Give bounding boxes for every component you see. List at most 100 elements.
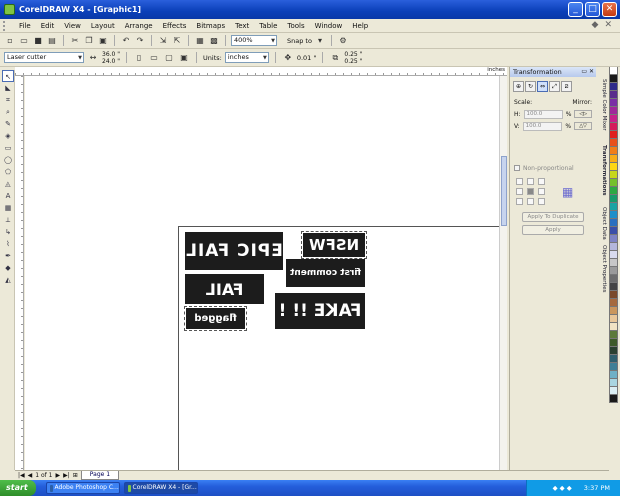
menu-window[interactable]: Window bbox=[310, 22, 348, 30]
new-icon[interactable]: ▫ bbox=[4, 35, 16, 47]
color-swatch[interactable] bbox=[609, 179, 618, 187]
color-swatch[interactable] bbox=[609, 83, 618, 91]
mirror-vertical-icon[interactable]: △▽ bbox=[574, 122, 592, 130]
zoom-level-select[interactable]: 400% ▼ bbox=[231, 35, 277, 46]
menu-table[interactable]: Table bbox=[254, 22, 282, 30]
anchor-grid[interactable] bbox=[510, 174, 552, 209]
units-select[interactable]: inches ▼ bbox=[224, 52, 269, 63]
mirror-horizontal-icon[interactable]: ◁▷ bbox=[574, 110, 592, 118]
color-swatch[interactable] bbox=[609, 339, 618, 347]
page-width-field[interactable]: 36.0 " bbox=[102, 51, 120, 58]
menu-effects[interactable]: Effects bbox=[158, 22, 192, 30]
sticker-fail[interactable]: FAIL bbox=[185, 274, 264, 304]
position-icon[interactable]: ⊕ bbox=[513, 81, 524, 92]
redo-icon[interactable]: ↷ bbox=[134, 35, 146, 47]
sticker-flagged[interactable]: flagged bbox=[186, 308, 245, 329]
color-swatch[interactable] bbox=[609, 315, 618, 323]
start-button[interactable]: start bbox=[0, 480, 36, 496]
scale-mirror-icon[interactable]: ⇔ bbox=[537, 81, 548, 92]
maximize-icon[interactable]: □ bbox=[585, 2, 600, 17]
tab-transformations[interactable]: Transformations bbox=[597, 145, 607, 196]
anchor-cell[interactable] bbox=[516, 198, 523, 205]
portrait-icon[interactable]: ▯ bbox=[133, 52, 145, 64]
scrollbar-thumb[interactable] bbox=[501, 156, 507, 226]
docker-close-icon[interactable]: ▭ ✕ bbox=[581, 67, 594, 77]
color-swatch[interactable] bbox=[609, 323, 618, 331]
color-swatch[interactable] bbox=[609, 211, 618, 219]
color-swatch[interactable] bbox=[609, 187, 618, 195]
landscape-icon[interactable]: ▭ bbox=[148, 52, 160, 64]
horizontal-ruler[interactable]: inches bbox=[15, 67, 507, 76]
color-swatch[interactable] bbox=[609, 235, 618, 243]
tray-icons[interactable]: ◆ ◆ ◆ bbox=[553, 484, 572, 492]
menu-text[interactable]: Text bbox=[230, 22, 254, 30]
color-swatch[interactable] bbox=[609, 99, 618, 107]
color-swatch[interactable] bbox=[609, 251, 618, 259]
apply-to-duplicate-button[interactable]: Apply To Duplicate bbox=[522, 212, 584, 222]
color-swatch[interactable] bbox=[609, 195, 618, 203]
anchor-cell[interactable] bbox=[538, 188, 545, 195]
print-icon[interactable]: ▤ bbox=[46, 35, 58, 47]
tab-object-data[interactable]: Object Data bbox=[597, 207, 607, 240]
color-swatch[interactable] bbox=[609, 355, 618, 363]
size-icon[interactable]: ⤢ bbox=[549, 81, 560, 92]
polygon-tool-icon[interactable]: ⬠ bbox=[2, 166, 14, 178]
color-swatch[interactable] bbox=[609, 131, 618, 139]
color-swatch[interactable] bbox=[609, 203, 618, 211]
sticker-nsfw[interactable]: NSFW bbox=[303, 233, 365, 257]
anchor-cell[interactable] bbox=[527, 198, 534, 205]
menu-help[interactable]: Help bbox=[347, 22, 373, 30]
first-page-icon[interactable]: |◀ bbox=[18, 472, 25, 479]
vertical-scrollbar[interactable] bbox=[499, 76, 507, 470]
duplicate-x-field[interactable]: 0.25 " bbox=[344, 51, 362, 58]
sticker-first-comment[interactable]: first comment bbox=[286, 259, 365, 287]
options-icon[interactable]: ⚙ bbox=[337, 35, 349, 47]
open-icon[interactable]: ▭ bbox=[18, 35, 30, 47]
color-swatch[interactable] bbox=[609, 155, 618, 163]
freehand-tool-icon[interactable]: ✎ bbox=[2, 118, 14, 130]
color-swatch[interactable] bbox=[609, 75, 618, 83]
color-swatch[interactable] bbox=[609, 283, 618, 291]
color-swatch[interactable] bbox=[609, 227, 618, 235]
close-icon[interactable]: ✕ bbox=[602, 2, 617, 17]
add-page-icon[interactable]: ⊞ bbox=[73, 472, 78, 479]
color-swatch[interactable] bbox=[609, 395, 618, 403]
taskbar-coreldraw[interactable]: CorelDRAW X4 - [Gr... bbox=[123, 482, 198, 494]
current-page-icon[interactable]: ▣ bbox=[178, 52, 190, 64]
color-swatch[interactable] bbox=[609, 299, 618, 307]
minimize-icon[interactable]: _ bbox=[568, 2, 583, 17]
anchor-cell[interactable] bbox=[516, 188, 523, 195]
color-swatch[interactable] bbox=[609, 371, 618, 379]
export-icon[interactable]: ⇱ bbox=[171, 35, 183, 47]
color-swatch[interactable] bbox=[609, 91, 618, 99]
paste-icon[interactable]: ▣ bbox=[97, 35, 109, 47]
anchor-cell[interactable] bbox=[516, 178, 523, 185]
import-icon[interactable]: ⇲ bbox=[157, 35, 169, 47]
color-swatch[interactable] bbox=[609, 267, 618, 275]
color-swatch[interactable] bbox=[609, 363, 618, 371]
color-swatch[interactable] bbox=[609, 379, 618, 387]
restore-doc-icon[interactable]: ◆ bbox=[592, 20, 599, 30]
scale-x-input[interactable]: 100.0 bbox=[523, 109, 563, 119]
color-swatch[interactable] bbox=[609, 219, 618, 227]
basic-shapes-icon[interactable]: ◬ bbox=[2, 178, 14, 190]
interactive-fill-icon[interactable]: ◭ bbox=[2, 274, 14, 286]
anchor-cell[interactable] bbox=[538, 198, 545, 205]
color-swatch[interactable] bbox=[609, 291, 618, 299]
smart-fill-icon[interactable]: ◈ bbox=[2, 130, 14, 142]
anchor-cell[interactable] bbox=[538, 178, 545, 185]
welcome-screen-icon[interactable]: ▩ bbox=[208, 35, 220, 47]
undo-icon[interactable]: ↶ bbox=[120, 35, 132, 47]
app-launcher-icon[interactable]: ▦ bbox=[194, 35, 206, 47]
apply-button[interactable]: Apply bbox=[522, 225, 584, 235]
rectangle-tool-icon[interactable]: ▭ bbox=[2, 142, 14, 154]
nudge-distance-field[interactable]: 0.01 " bbox=[297, 54, 317, 62]
color-swatch[interactable] bbox=[609, 67, 618, 75]
eyedropper-icon[interactable]: ⌇ bbox=[2, 238, 14, 250]
last-page-icon[interactable]: ▶| bbox=[63, 472, 70, 479]
menu-tools[interactable]: Tools bbox=[282, 22, 309, 30]
anchor-cell[interactable] bbox=[527, 178, 534, 185]
duplicate-y-field[interactable]: 0.25 " bbox=[344, 58, 362, 65]
color-swatch[interactable] bbox=[609, 347, 618, 355]
color-swatch[interactable] bbox=[609, 171, 618, 179]
